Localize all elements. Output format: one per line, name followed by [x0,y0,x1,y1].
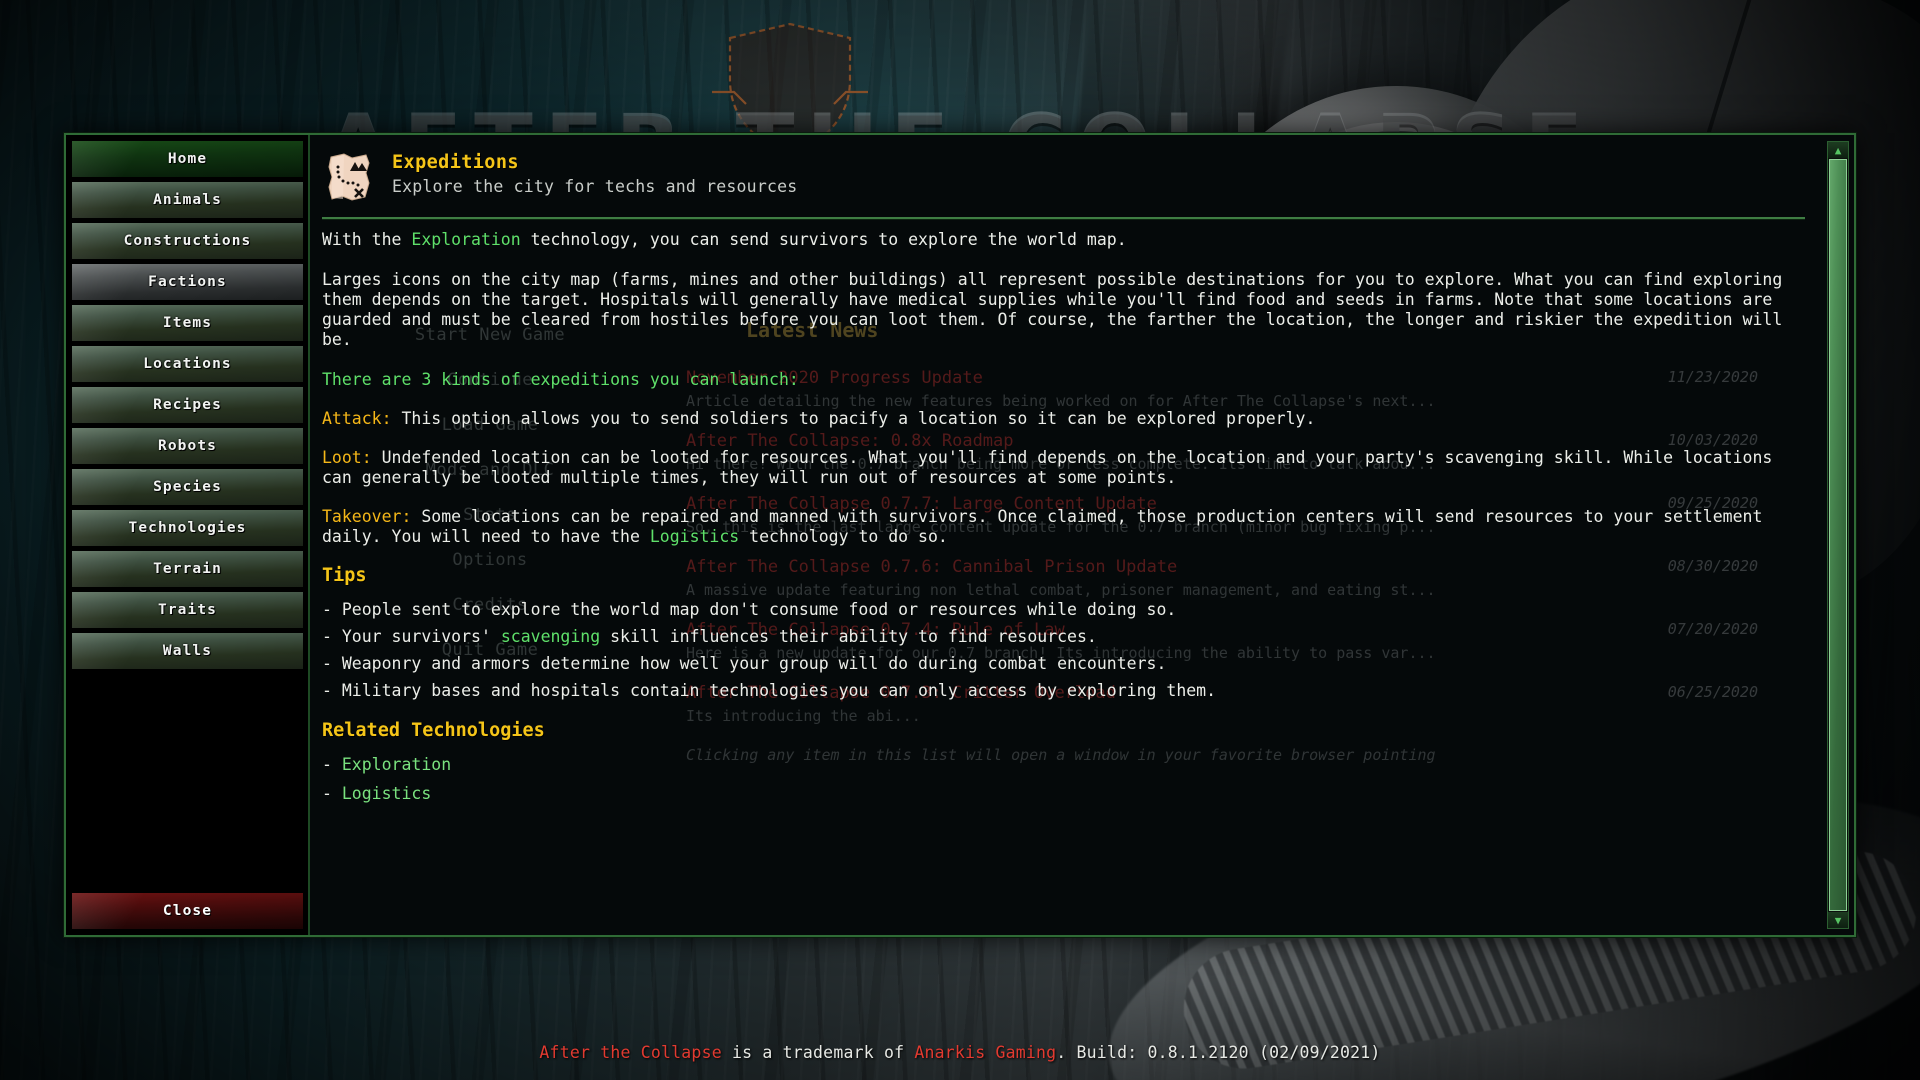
article-content: Expeditions Explore the city for techs a… [310,135,1827,935]
sidebar-item-label: Terrain [153,561,222,577]
sidebar-item-label: Recipes [153,397,222,413]
kind-takeover-label: Takeover: [322,507,412,526]
related-technologies-list: - Exploration - Logistics [322,755,1805,804]
article-scrollbar[interactable]: ▲ ▼ [1827,141,1849,929]
sidebar-item-robots[interactable]: Robots [72,428,303,464]
sidebar-item-constructions[interactable]: Constructions [72,223,303,259]
kind-takeover-post: technology to do so. [739,527,948,546]
close-button[interactable]: Close [72,893,303,929]
kind-attack: Attack: This option allows you to send s… [322,409,1805,429]
trademark-mid: is a trademark of [721,1043,915,1062]
sidebar-item-label: Factions [148,274,227,290]
sidebar-item-label: Home [167,151,208,167]
sidebar-item-recipes[interactable]: Recipes [72,387,303,423]
treasure-map-icon [322,149,378,205]
tip-text: People sent to explore the world map don… [341,600,1177,619]
sidebar-item-label: Constructions [123,233,252,249]
sidebar-item-walls[interactable]: Walls [72,633,303,669]
sidebar-item-items[interactable]: Items [72,305,303,341]
sidebar-item-label: Technologies [128,520,247,536]
trademark-name: After the Collapse [539,1043,722,1062]
sidebar-item-label: Items [162,315,213,331]
bullet-dash: - [322,654,342,673]
company-name: Anarkis Gaming [914,1043,1057,1062]
bullet-dash: - [322,600,342,619]
sidebar-item-home[interactable]: Home [72,141,303,177]
article-header: Expeditions Explore the city for techs a… [318,145,1805,215]
sidebar-item-terrain[interactable]: Terrain [72,551,303,587]
tip-item: - Your survivors' scavenging skill influ… [322,627,1805,647]
related-technology-logistics[interactable]: - Logistics [322,784,1805,804]
sidebar-item-label: Walls [162,643,213,659]
tip-text: Your survivors' [341,627,501,646]
sidebar-item-traits[interactable]: Traits [72,592,303,628]
paragraph-1: Larges icons on the city map (farms, min… [322,270,1783,349]
kind-takeover-pre: Some locations can be repaired and manne… [322,507,1763,546]
page-title: Expeditions [392,152,519,173]
category-nav-list: Home Animals Constructions Factions Items Loc… [72,141,303,674]
tips-heading: Tips [322,565,367,586]
article-pane: Expeditions Explore the city for techs a… [310,135,1854,935]
build-string: . Build: 0.8.1.2120 (02/09/2021) [1056,1043,1381,1062]
tip-item: - Weaponry and armors determine how well… [322,654,1805,674]
tip-text: Military bases and hospitals contain tec… [341,681,1217,700]
related-technologies-heading: Related Technologies [322,720,545,741]
sidebar-item-label: Species [153,479,222,495]
bullet-dash: - [322,784,342,803]
sidebar-item-label: Animals [153,192,222,208]
article-header-text: Expeditions Explore the city for techs a… [392,149,797,196]
page-subtitle: Explore the city for techs and resources [392,177,798,196]
tech-link-logistics[interactable]: Logistics [650,527,739,546]
related-technology-label: Logistics [341,784,432,803]
tech-link-exploration[interactable]: Exploration [411,230,520,249]
tip-skill-link[interactable]: scavenging [501,627,600,646]
sidebar-spacer [72,674,303,893]
chevron-up-icon[interactable]: ▲ [1828,142,1848,158]
kind-loot-label: Loot: [322,448,372,467]
kind-attack-label: Attack: [322,409,392,428]
tips-list: - People sent to explore the world map d… [322,600,1805,701]
kind-loot-text: Undefended location can be looted for re… [322,448,1773,487]
category-sidebar: Home Animals Constructions Factions Items Loc… [66,135,310,935]
kinds-line: There are 3 kinds of expeditions you can… [322,370,799,389]
tip-item: - Military bases and hospitals contain t… [322,681,1805,701]
sidebar-item-species[interactable]: Species [72,469,303,505]
bullet-dash: - [322,755,342,774]
sidebar-item-label: Traits [158,602,217,618]
bullet-dash: - [322,681,342,700]
intro-paragraph: With the Exploration technology, you can… [322,230,1805,250]
related-technology-exploration[interactable]: - Exploration [322,755,1805,775]
sidebar-item-label: Robots [158,438,217,454]
sidebar-item-factions[interactable]: Factions [72,264,303,300]
tip-text: Weaponry and armors determine how well y… [341,654,1167,673]
sidebar-item-label: Locations [143,356,232,372]
header-divider [322,217,1805,219]
trademark-footer: After the Collapse is a trademark of Ana… [0,1043,1920,1062]
scrollbar-thumb[interactable] [1829,159,1847,911]
article-body: With the Exploration technology, you can… [318,230,1805,804]
intro-post: technology, you can send survivors to ex… [520,230,1127,249]
sidebar-item-animals[interactable]: Animals [72,182,303,218]
encyclopedia-window: Start New Game Continue Load Game Mods and … [64,133,1856,937]
related-technology-label: Exploration [341,755,452,774]
tip-text-post: skill influences their ability to find r… [600,627,1097,646]
chevron-down-icon[interactable]: ▼ [1828,912,1848,928]
kind-attack-text: This option allows you to send soldiers … [391,409,1316,428]
kind-loot: Loot: Undefended location can be looted … [322,448,1805,488]
sidebar-item-technologies[interactable]: Technologies [72,510,303,546]
tip-item: - People sent to explore the world map d… [322,600,1805,620]
bullet-dash: - [322,627,342,646]
kind-takeover: Takeover: Some locations can be repaired… [322,507,1805,547]
intro-pre: With the [322,230,412,249]
sidebar-item-locations[interactable]: Locations [72,346,303,382]
